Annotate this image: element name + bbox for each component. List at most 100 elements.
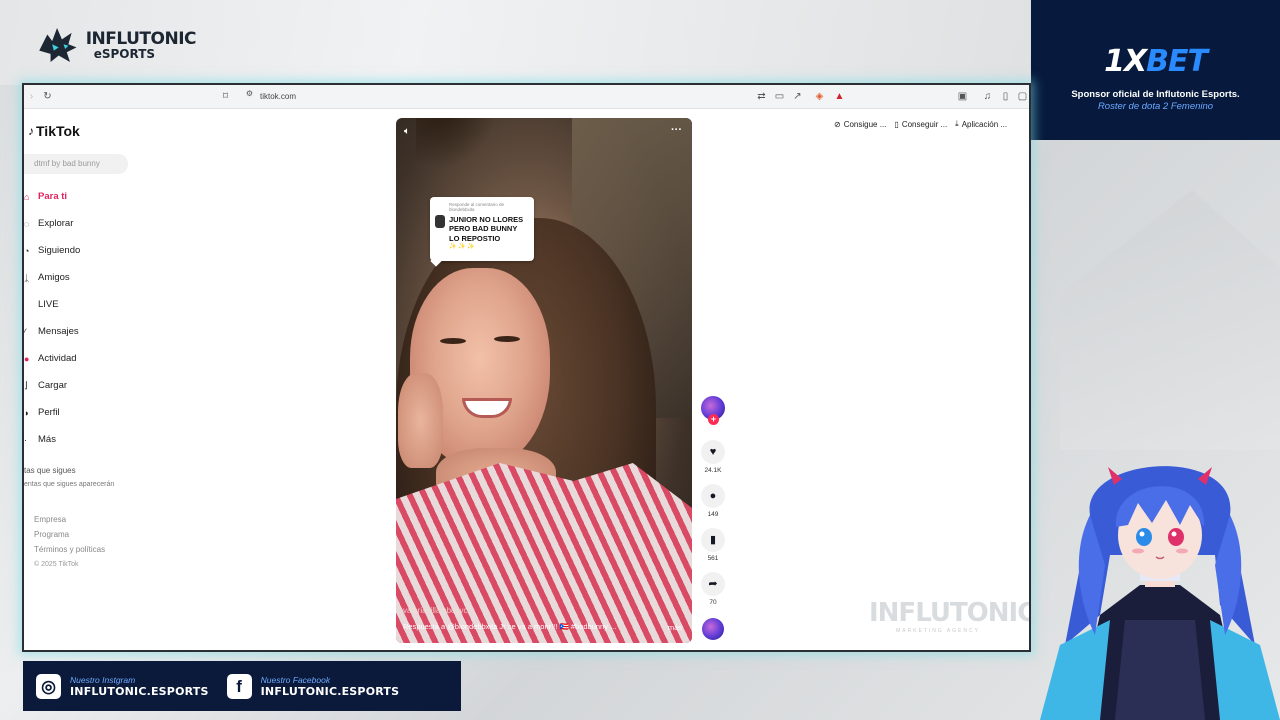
instagram-block: ◎ Nuestro Instgram INFLUTONIC.ESPORTS xyxy=(36,673,209,699)
brand-name: INFLUTONIC xyxy=(85,28,197,49)
sidebar-icon[interactable]: ▯ xyxy=(1000,91,1011,102)
translate-icon[interactable]: ⇄ xyxy=(756,91,767,102)
following-subtext: entas que sigues aparecerán xyxy=(24,481,115,488)
follow-plus-icon[interactable]: + xyxy=(708,414,719,425)
commenter-avatar xyxy=(435,215,445,228)
nav-item-amigos[interactable]: ᛣ Amigos xyxy=(24,264,164,291)
comment-button[interactable]: ● xyxy=(701,484,725,508)
share-arrow-icon: ➦ xyxy=(708,578,718,590)
reply-comment-sticker: Responde al comentario de blondebbxita J… xyxy=(430,197,534,261)
heart-icon: ♥ xyxy=(709,446,717,458)
site-info-icon[interactable]: ⚙ xyxy=(244,88,255,99)
instagram-label: Nuestro Instgram xyxy=(70,674,136,685)
nav-item-mas[interactable]: · Más xyxy=(24,426,164,453)
sponsor-logo: 1XBET xyxy=(1104,44,1208,79)
friends-icon: ᛣ xyxy=(24,272,30,283)
creator-avatar[interactable]: + xyxy=(701,396,725,425)
tiktok-logo[interactable]: ♪ TikTok xyxy=(28,123,80,139)
volume-icon[interactable]: 🔈︎ xyxy=(404,126,410,137)
window-icon[interactable]: ▢ xyxy=(1017,91,1028,102)
following-icon: ◔ xyxy=(24,245,30,256)
nav-item-mensajes[interactable]: ⁄ Mensajes xyxy=(24,318,164,345)
wolf-logo-icon xyxy=(39,27,77,63)
nav-item-perfil[interactable]: ◗ Perfil xyxy=(24,399,164,426)
instagram-icon: ◎ xyxy=(36,673,61,699)
caption-more-link[interactable]: más xyxy=(668,623,682,632)
facebook-icon: f xyxy=(226,673,252,699)
comment-count: 149 xyxy=(707,511,719,518)
like-count: 24.1K xyxy=(704,467,722,474)
influtonic-logo: INFLUTONIC eSPORTS xyxy=(36,20,197,70)
get-app-button[interactable]: ▯ Conseguir ... xyxy=(894,119,947,129)
cast-icon[interactable]: ▭ xyxy=(774,91,785,102)
video-username[interactable]: valeriavillalobosvc xyxy=(403,606,467,615)
nav-item-siguiendo[interactable]: ◔ Siguiendo xyxy=(24,237,164,264)
nav-item-cargar[interactable]: ⌋ Cargar xyxy=(24,372,164,399)
music-disc-icon[interactable] xyxy=(702,618,724,640)
activity-icon: ● xyxy=(24,353,30,364)
like-button[interactable]: ♥ xyxy=(701,440,725,464)
more-icon: · xyxy=(24,434,27,445)
sponsor-panel: 1XBET Sponsor oficial de Influtonic Espo… xyxy=(1031,0,1280,140)
brand-sub: eSPORTS xyxy=(93,46,156,61)
following-header: tas que sigues xyxy=(24,466,76,475)
agency-watermark-sub: MARKETING AGENCY xyxy=(896,628,980,634)
top-actions: ⊘ Consigue ... ▯ Conseguir ... ⤓ Aplicación… xyxy=(834,119,1007,129)
profile-icon: ◗ xyxy=(24,407,30,418)
home-icon: ⌂ xyxy=(24,191,30,202)
save-button[interactable]: ▮ xyxy=(701,528,725,552)
comment-icon: ● xyxy=(709,490,717,502)
reload-icon[interactable]: ↻ xyxy=(42,91,53,102)
url-text[interactable]: tiktok.com xyxy=(260,92,296,101)
messages-icon: ⁄ xyxy=(24,326,26,337)
browser-window: › ↻ ⌑ ⚙ tiktok.com ⇄ ▭ ↗ ◈ ▲ ▣ ♫ ▯ ▢ ♪ T… xyxy=(22,83,1031,652)
background-shape xyxy=(1060,190,1280,450)
footer-link-terminos[interactable]: Términos y políticas xyxy=(34,545,105,560)
video-player[interactable]: Responde al comentario de blondebbxita J… xyxy=(396,118,692,643)
download-app-button[interactable]: ⤓ Aplicación ... xyxy=(955,119,1007,129)
share-count: 70 xyxy=(709,599,717,606)
alert-extension-icon[interactable]: ▲ xyxy=(834,91,845,102)
sponsor-line: Sponsor oficial de Influtonic Esports. xyxy=(1071,89,1240,100)
address-bar[interactable]: ⚙ tiktok.com xyxy=(242,89,862,105)
facebook-handle: INFLUTONIC.ESPORTS xyxy=(260,684,400,698)
video-caption: Respuesta a @blondebbxita Jr se va a mor… xyxy=(403,622,617,631)
forward-icon[interactable]: › xyxy=(26,91,37,102)
footer-links: Empresa Programa Términos y políticas © … xyxy=(34,515,105,576)
share-button[interactable]: ➦ xyxy=(701,572,725,596)
tiktok-page: ♪ TikTok dtmf by bad bunny ⌂ Para ti ◌ Exp… xyxy=(24,109,1029,650)
download-icon: ⤓ xyxy=(955,119,959,128)
music-icon[interactable]: ♫ xyxy=(982,91,993,102)
phone-icon: ▯ xyxy=(894,119,899,129)
social-bar: ◎ Nuestro Instgram INFLUTONIC.ESPORTS f … xyxy=(23,661,461,711)
facebook-block: f Nuestro Facebook INFLUTONIC.ESPORTS xyxy=(226,673,400,699)
upload-icon: ⌋ xyxy=(24,380,28,390)
nav-item-para-ti[interactable]: ⌂ Para ti xyxy=(24,183,164,210)
compass-icon: ◌ xyxy=(24,218,30,229)
action-rail: + ♥ 24.1K ● 149 ▮ 561 ➦ 70 xyxy=(698,396,728,640)
footer-link-programa[interactable]: Programa xyxy=(34,530,105,545)
sponsor-subline: Roster de dota 2 Femenino xyxy=(1097,101,1214,112)
facebook-label: Nuestro Facebook xyxy=(260,674,331,685)
nav-item-actividad[interactable]: ● Actividad xyxy=(24,345,164,372)
footer-link-empresa[interactable]: Empresa xyxy=(34,515,105,530)
shield-extension-icon[interactable]: ◈ xyxy=(814,91,825,102)
vtuber-avatar xyxy=(1040,466,1280,720)
search-input[interactable]: dtmf by bad bunny xyxy=(24,154,128,174)
browser-toolbar: › ↻ ⌑ ⚙ tiktok.com ⇄ ▭ ↗ ◈ ▲ ▣ ♫ ▯ ▢ xyxy=(24,85,1029,109)
save-count: 561 xyxy=(707,555,719,562)
coin-icon: ⊘ xyxy=(834,119,841,129)
nav-item-explorar[interactable]: ◌ Explorar xyxy=(24,210,164,237)
get-coins-button[interactable]: ⊘ Consigue ... xyxy=(834,119,886,129)
agency-watermark: INFLUTONIC xyxy=(869,598,1029,628)
nav-item-live[interactable]: LIVE xyxy=(24,291,164,318)
footer-copyright: © 2025 TikTok xyxy=(34,561,79,568)
sidebar-nav: ⌂ Para ti ◌ Explorar ◔ Siguiendo ᛣ Amigos LI… xyxy=(24,183,164,453)
bookmark-icon: ▮ xyxy=(709,534,717,546)
more-options-icon[interactable]: ··· xyxy=(671,124,682,136)
share-icon[interactable]: ↗ xyxy=(792,91,803,102)
bookmark-icon[interactable]: ⌑ xyxy=(220,91,231,102)
tab-icon[interactable]: ▣ xyxy=(957,91,968,102)
tiktok-note-icon: ♪ xyxy=(28,124,34,138)
instagram-handle: INFLUTONIC.ESPORTS xyxy=(70,684,209,698)
